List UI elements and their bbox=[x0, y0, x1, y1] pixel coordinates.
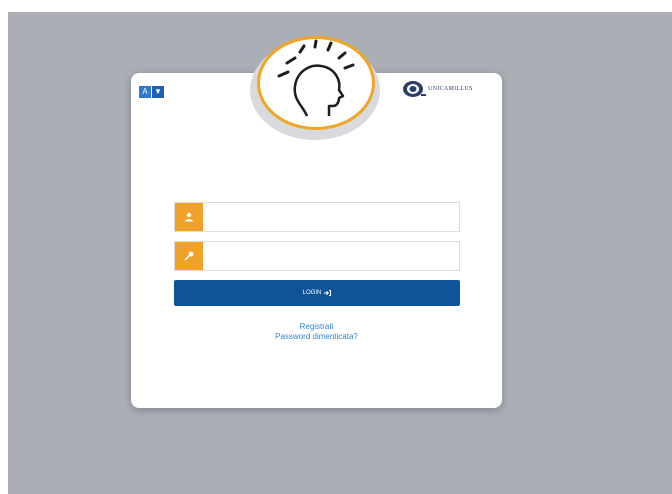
forgot-password-link[interactable]: Password dimenticata? bbox=[131, 332, 502, 342]
university-brand: UNICAMILLUS bbox=[402, 80, 473, 98]
username-input[interactable] bbox=[203, 203, 459, 231]
password-field-group bbox=[174, 241, 460, 271]
language-option-a[interactable]: A bbox=[139, 86, 151, 98]
language-dropdown-button[interactable]: ▼ bbox=[152, 86, 164, 98]
login-button-label: LOGIN bbox=[302, 290, 322, 296]
key-icon bbox=[175, 242, 203, 270]
auth-links: Registrati Password dimenticata? bbox=[131, 322, 502, 342]
brand-name: UNICAMILLUS bbox=[428, 86, 473, 92]
register-link[interactable]: Registrati bbox=[131, 322, 502, 332]
password-input[interactable] bbox=[203, 242, 459, 270]
head-lightbulb-logo-icon bbox=[277, 39, 355, 117]
sign-in-icon bbox=[324, 290, 332, 296]
university-seal-icon bbox=[403, 81, 426, 97]
username-field-group bbox=[174, 202, 460, 232]
login-button[interactable]: LOGIN bbox=[174, 280, 460, 306]
language-switch: A ▼ bbox=[139, 86, 164, 98]
user-icon bbox=[175, 203, 203, 231]
